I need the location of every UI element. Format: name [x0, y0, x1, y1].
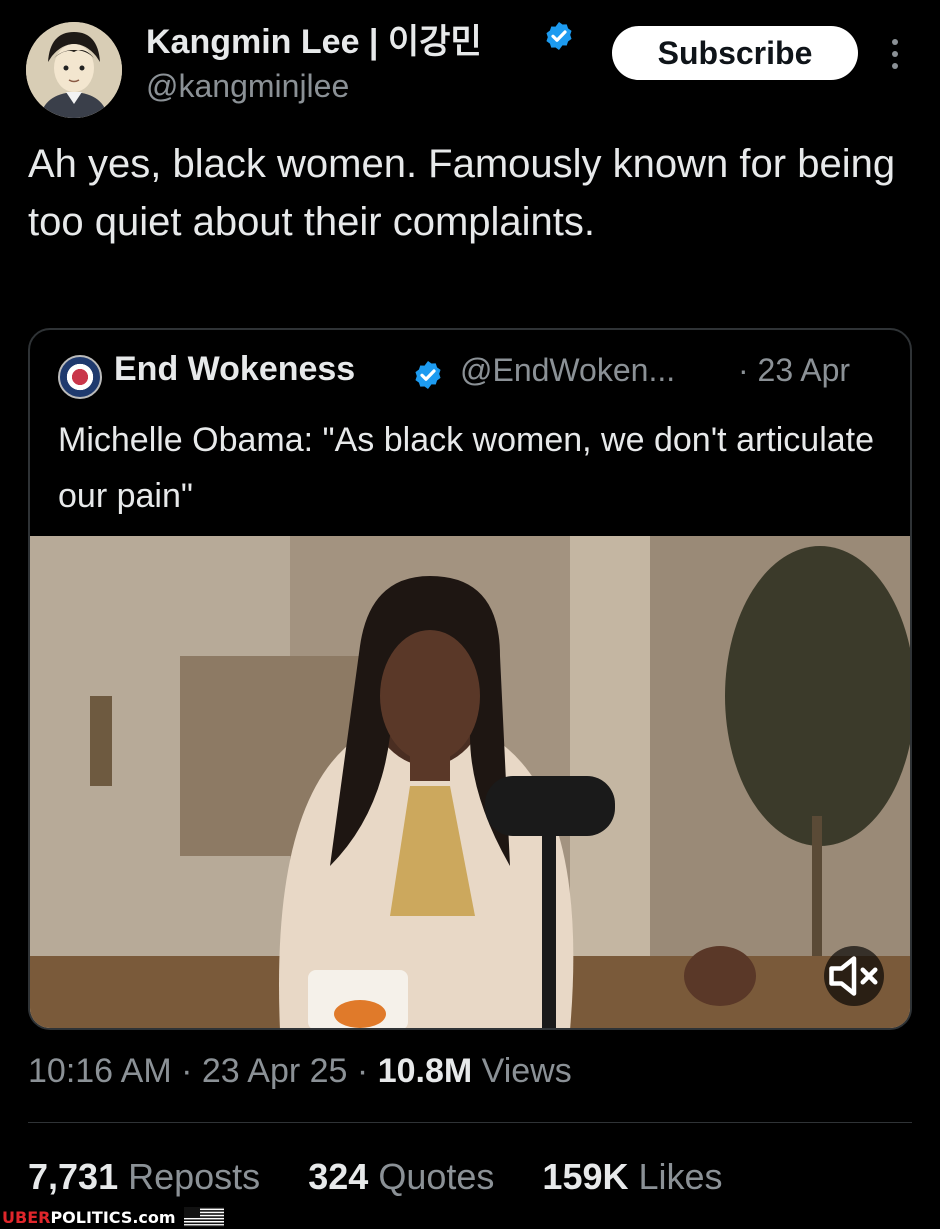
- meta-separator: ·: [181, 1052, 193, 1090]
- engagement-stats: 7,731 Reposts 324 Quotes 159K Likes: [28, 1156, 723, 1198]
- user-avatar-icon: [26, 22, 122, 118]
- us-flag-icon: [183, 1207, 224, 1227]
- author-display-name[interactable]: Kangmin Lee | 이강민: [146, 14, 482, 63]
- mute-button[interactable]: [824, 946, 884, 1006]
- quoted-tweet-text: Michelle Obama: "As black women, we don'…: [58, 421, 875, 515]
- views-label: Views: [481, 1052, 572, 1090]
- quoted-tweet-card[interactable]: End Wokeness @EndWoken... · 23 Apr Miche…: [28, 328, 912, 1030]
- likes-stat[interactable]: 159K Likes: [532, 1156, 722, 1197]
- quotes-count: 324: [308, 1156, 369, 1197]
- divider: [28, 1122, 912, 1123]
- quotes-label: Quotes: [378, 1156, 495, 1197]
- quoted-tweet-video[interactable]: [30, 536, 910, 1028]
- quoted-tweet-date[interactable]: · 23 Apr: [738, 352, 850, 389]
- meta-separator: ·: [356, 1052, 369, 1090]
- reposts-stat[interactable]: 7,731 Reposts: [28, 1156, 270, 1197]
- likes-count: 159K: [542, 1156, 629, 1197]
- quoted-author-handle[interactable]: @EndWoken...: [460, 352, 675, 389]
- volume-muted-icon: [829, 956, 878, 996]
- verified-badge-icon: [415, 361, 441, 389]
- watermark-part1: UBER: [2, 1207, 51, 1227]
- tweet-text: Ah yes, black women. Famously known for …: [28, 142, 896, 244]
- verified-badge-icon: [546, 22, 572, 50]
- more-vertical-icon[interactable]: [886, 34, 904, 74]
- reposts-count: 7,731: [28, 1156, 119, 1197]
- views-count: 10.8M: [377, 1052, 473, 1090]
- tweet-date[interactable]: 23 Apr 25: [202, 1052, 348, 1090]
- likes-label: Likes: [638, 1156, 723, 1197]
- reposts-label: Reposts: [128, 1156, 261, 1197]
- watermark-part2: POLITICS.com: [50, 1207, 176, 1227]
- tweet-time[interactable]: 10:16 AM: [28, 1052, 172, 1090]
- quoted-author-avatar[interactable]: [58, 355, 102, 399]
- video-frame-image: [30, 536, 910, 1028]
- site-watermark: UBER POLITICS.com: [2, 1206, 224, 1228]
- author-avatar[interactable]: [26, 22, 122, 118]
- author-handle[interactable]: @kangminjlee: [146, 68, 349, 105]
- quotes-stat[interactable]: 324 Quotes: [298, 1156, 504, 1197]
- subscribe-button[interactable]: Subscribe: [612, 26, 858, 80]
- quoted-author-name[interactable]: End Wokeness: [114, 350, 355, 389]
- tweet-meta: 10:16 AM · 23 Apr 25 · 10.8M Views: [28, 1052, 572, 1091]
